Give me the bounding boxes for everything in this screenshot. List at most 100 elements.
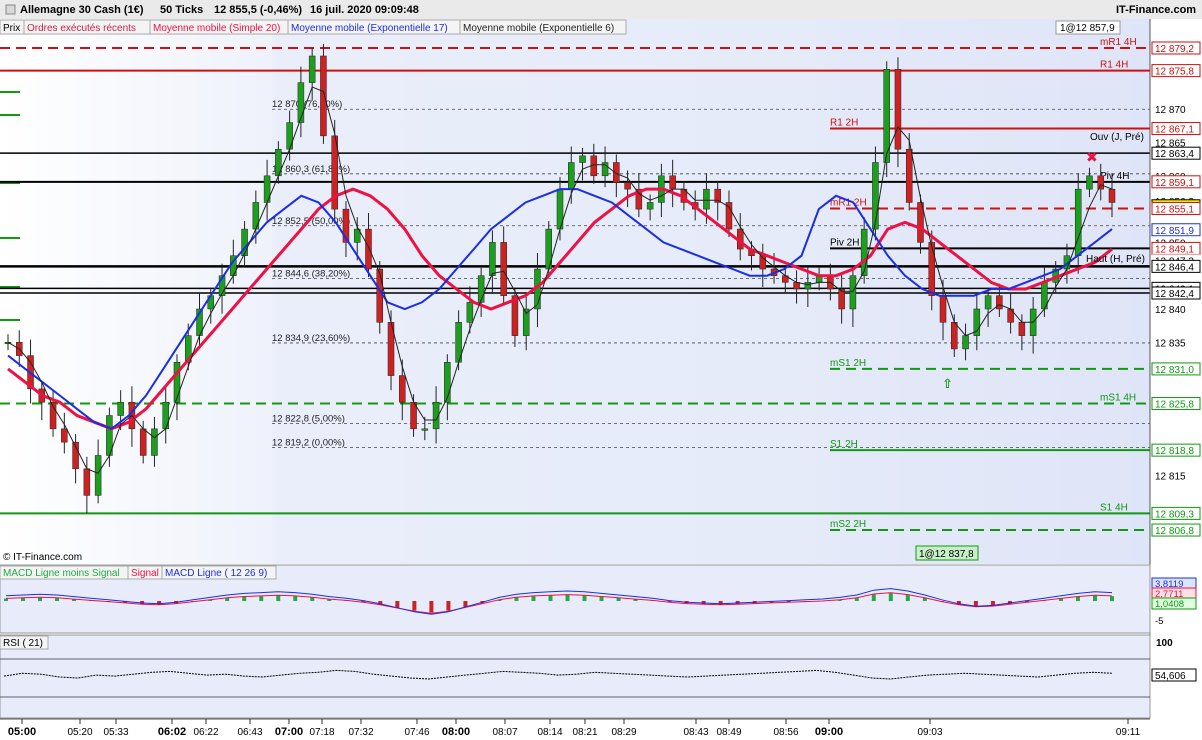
macd-bar — [412, 601, 417, 611]
macd-bar — [888, 593, 893, 601]
time-label-1: 05:20 — [67, 727, 92, 738]
macd-bar — [242, 596, 247, 601]
candle-body — [1018, 322, 1026, 336]
time-label-13: 08:21 — [572, 727, 597, 738]
time-label-5: 06:43 — [237, 727, 262, 738]
candle-body — [1074, 188, 1082, 256]
fib-zone — [272, 19, 830, 564]
candle-body — [928, 242, 936, 296]
candle-body — [151, 428, 158, 456]
price-label-17: 12 842,4 — [1155, 289, 1194, 300]
candle-body — [94, 455, 102, 496]
watermark: © IT-Finance.com — [3, 552, 82, 563]
price-label-19: 12 835 — [1155, 338, 1186, 349]
legend-ema6[interactable]: Moyenne mobile (Exponentielle 6) — [463, 23, 614, 34]
macd-bar — [4, 598, 8, 601]
candle-body — [905, 148, 913, 203]
macd-bar — [21, 598, 26, 601]
price-label-21: 12 825,8 — [1155, 400, 1194, 411]
legend-prix[interactable]: Prix — [3, 23, 20, 34]
time-label-6: 07:00 — [275, 726, 303, 738]
sell-order-label: 1@12 857,9 — [1060, 23, 1115, 34]
macd-legend-line[interactable]: MACD Ligne ( 12 26 9) — [165, 568, 267, 579]
time-label-16: 08:49 — [716, 727, 741, 738]
candle-body — [500, 242, 507, 296]
candle-body — [308, 55, 316, 83]
price-label-10: 12 855,1 — [1155, 204, 1194, 215]
price-label-13: 12 849,1 — [1155, 244, 1194, 255]
legend-bar: Prix Ordres exécutés récents Moyenne mob… — [0, 19, 627, 35]
legend-ordres[interactable]: Ordres exécutés récents — [27, 23, 136, 34]
price-label-3: 12 867,1 — [1155, 125, 1194, 136]
level-label-1: R1 4H — [1100, 60, 1128, 71]
price-label-2: 12 870 — [1155, 105, 1186, 116]
candle-body — [297, 82, 305, 123]
fib-label-4: 12 834,9 (23,60%) — [272, 333, 350, 344]
macd-bar — [616, 598, 621, 601]
level-label-10: mS2 2H — [830, 519, 866, 530]
candle-body — [894, 69, 902, 150]
price-label-1: 12 875,8 — [1155, 67, 1194, 78]
tick-interval[interactable]: 50 Ticks — [160, 4, 203, 16]
macd-bar — [1075, 596, 1080, 601]
macd-bar — [310, 597, 315, 601]
candle-body — [286, 122, 293, 150]
level-label-4: mR1 2H — [830, 197, 867, 208]
candle-body — [939, 295, 947, 323]
macd-bar — [395, 601, 400, 608]
time-label-14: 08:29 — [611, 727, 636, 738]
candle-body — [838, 288, 845, 310]
candle-body — [162, 401, 169, 430]
candle-body — [646, 202, 654, 210]
time-label-15: 08:43 — [683, 727, 708, 738]
macd-bar — [276, 595, 281, 601]
legend-ema17[interactable]: Moyenne mobile (Exponentielle 17) — [291, 23, 448, 34]
time-label-17: 08:56 — [773, 727, 798, 738]
timestamp: 16 juil. 2020 09:09:48 — [310, 4, 419, 16]
fib-label-1: 12 860,3 (61,80%) — [272, 164, 350, 175]
candle-body — [173, 362, 181, 403]
level-label-8: S1 2H — [830, 439, 858, 450]
candle-body — [703, 188, 710, 210]
trading-chart[interactable]: Allemagne 30 Cash (1€) 50 Ticks 12 855,5… — [0, 0, 1202, 740]
candle-body — [139, 428, 147, 456]
level-label-2: R1 2H — [830, 118, 858, 129]
candle-body — [1097, 175, 1104, 190]
time-label-12: 08:14 — [537, 727, 562, 738]
rsi-panel — [0, 634, 1151, 719]
candle-body — [477, 275, 485, 303]
macd-bar — [446, 601, 451, 611]
time-label-4: 06:22 — [193, 727, 218, 738]
level-label-6: mS1 2H — [830, 358, 866, 369]
candle-body — [399, 375, 406, 403]
level-label-7: mS1 4H — [1100, 393, 1136, 404]
candle-body — [951, 322, 958, 350]
candle-body — [117, 401, 124, 416]
macd-bar — [1092, 595, 1097, 601]
level-label-9: S1 4H — [1100, 502, 1128, 513]
open-prev-label: Ouv (J, Pré) — [1090, 132, 1144, 143]
legend-ma20[interactable]: Moyenne mobile (Simple 20) — [153, 23, 280, 34]
macd-bar — [514, 597, 519, 601]
macd-legend-hist[interactable]: MACD Ligne moins Signal — [3, 568, 120, 579]
candle-body — [872, 162, 879, 230]
high-prev-label: Haut (H, Pré) — [1086, 254, 1145, 265]
rsi-legend[interactable]: RSI ( 21) — [3, 638, 43, 649]
macd-bar — [1110, 596, 1114, 601]
candle-body — [568, 162, 575, 190]
candle-body — [804, 282, 812, 290]
time-label-8: 07:32 — [348, 727, 373, 738]
price-label-25: 12 806,8 — [1155, 526, 1194, 537]
candle-body — [61, 428, 68, 443]
candle-body — [962, 335, 969, 350]
price-label-11: 12 851,9 — [1155, 226, 1194, 237]
candle-body — [996, 295, 1003, 310]
macd-bar — [55, 598, 60, 601]
macd-legend-signal[interactable]: Signal — [131, 568, 159, 579]
macd-bar — [582, 595, 587, 601]
price-label-15: 12 846,4 — [1155, 262, 1194, 273]
candle-body — [1108, 188, 1116, 203]
macd-bar — [259, 596, 264, 601]
candle-body — [83, 468, 91, 496]
macd-bar — [905, 595, 910, 601]
